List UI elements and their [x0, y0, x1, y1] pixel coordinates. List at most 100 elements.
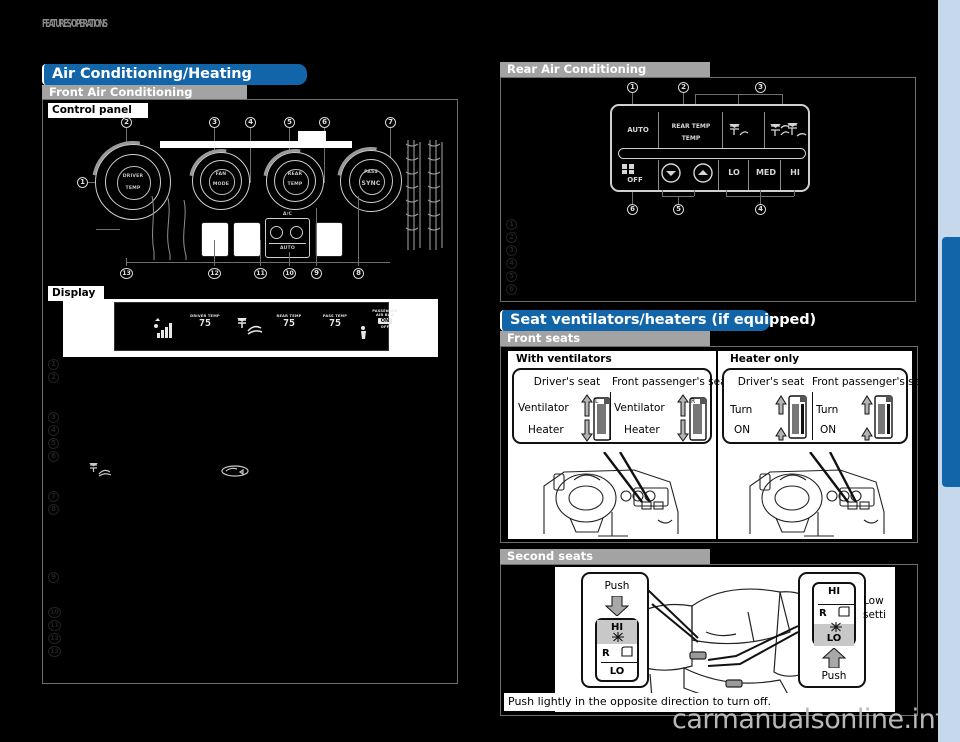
heater-switch-driver	[775, 395, 807, 441]
rear-callout-4: 4	[755, 204, 766, 215]
display-driver-temp: DRIVER TEMP 75	[181, 314, 229, 329]
watermark: carmanualsonline.info	[672, 704, 960, 735]
label-ventilator-driver: Ventilator	[518, 402, 569, 414]
rear-button-auto: AUTO	[627, 126, 649, 134]
list-number-1: 1	[48, 359, 59, 370]
defogger-icon	[361, 326, 366, 339]
list-number-8: 8	[48, 504, 59, 515]
rear-fan-off-icon	[622, 164, 634, 174]
vent-slats-art	[405, 140, 443, 250]
label-heater-driver: Heater	[528, 424, 564, 436]
rear-list-number-4: 4	[506, 258, 517, 269]
airflow-mode-icon	[237, 318, 263, 335]
airbag-off-label: OFF	[380, 325, 390, 329]
label-heater-passenger: Heater	[624, 424, 660, 436]
rear-rocker-bar	[618, 148, 806, 159]
panel-button-group-center	[265, 218, 310, 258]
seat-switch-passenger-left: R	[677, 394, 707, 442]
rear-bottom-leader-5	[678, 196, 679, 204]
callout-5: 5	[284, 117, 295, 128]
rear-sep-7	[780, 160, 781, 190]
rear-callout-1: 1	[627, 82, 638, 93]
manual-page: FEATURES/OPERATIONS Air Conditioning/Hea…	[0, 0, 960, 742]
with-ventilators-card: Driver's seat Front passenger's seat Ven…	[512, 368, 731, 444]
label-drivers-seat-right: Driver's seat	[737, 376, 805, 388]
list-number-12: 12	[48, 633, 61, 644]
rear-bottom-leader-6	[632, 192, 633, 204]
heater-switch-passenger	[861, 395, 893, 441]
label-front-passengers-seat-right: Front passenger's seat	[812, 376, 931, 388]
list-number-5: 5	[48, 438, 59, 449]
dashboard-illustration-right	[744, 452, 892, 537]
callout-11: 11	[254, 268, 267, 279]
rear-bottom-leader-4	[760, 196, 761, 204]
label-drivers-seat-left: Driver's seat	[533, 376, 601, 388]
caption-control-panel: Control panel	[48, 103, 148, 118]
switch-divider-right	[818, 604, 854, 605]
rear-callout-3: 3	[755, 82, 766, 93]
bottom-tick-11	[260, 240, 261, 266]
list-number-3: 3	[48, 412, 59, 423]
rear-button-lo: LO	[728, 168, 740, 177]
label-turn-driver: Turn	[730, 404, 753, 416]
rear-sep-2	[722, 112, 723, 148]
panel-center-divider	[269, 243, 306, 244]
rear-callout-6: 6	[627, 204, 638, 215]
bottom-tick-8	[358, 196, 359, 266]
bottom-tick-13	[126, 258, 127, 266]
rear-button-hi: HI	[790, 168, 800, 177]
rear-sep-4	[658, 160, 659, 190]
callout-2: 2	[121, 117, 132, 128]
callout-12: 12	[208, 268, 221, 279]
second-seat-switch-left: HI R LO	[595, 618, 639, 682]
list-number-6: 6	[48, 451, 59, 462]
sidebar-section-tab[interactable]	[942, 237, 960, 487]
second-seats-connector-lines	[647, 590, 799, 667]
heat-rays-icon-left	[612, 632, 624, 642]
temp-up-icon	[693, 163, 713, 183]
card-divider-right	[812, 392, 813, 440]
leader-line-left	[96, 229, 120, 230]
list-number-13: 13	[48, 646, 61, 657]
rear-bottom-tick-4a	[726, 190, 727, 196]
callout-7: 7	[385, 117, 396, 128]
list-number-2: 2	[48, 372, 59, 383]
panel-mini-dial-2	[290, 226, 303, 239]
subsection-banner-front-ac: Front Air Conditioning	[42, 85, 247, 100]
subsection-banner-front-seats: Front seats	[500, 331, 710, 346]
rear-callout-5: 5	[673, 204, 684, 215]
rear-list-number-5: 5	[506, 271, 517, 282]
rear-bottom-tick-5b	[694, 190, 695, 196]
rear-callout-2: 2	[678, 82, 689, 93]
rear-bottom-tick-5a	[662, 190, 663, 196]
rear-sep-5	[718, 160, 719, 190]
switch-row-lo-left: LO	[609, 666, 625, 677]
callout-3: 3	[209, 117, 220, 128]
panel-highlight-patch	[298, 131, 326, 141]
callout-8: 8	[353, 268, 364, 279]
rear-sep-3	[764, 112, 765, 148]
airbag-label-line2: AIR BAG	[375, 313, 394, 317]
second-seat-switch-card-left: Push HI R LO	[581, 572, 649, 688]
display-screen: DRIVER TEMP 75 REAR TEMP 75 PASS TEMP 75…	[114, 302, 398, 351]
rear-sep-1	[658, 112, 659, 148]
svg-text:R: R	[691, 398, 695, 405]
caption-with-ventilators: With ventilators	[512, 352, 630, 367]
side-note-line1: Low	[863, 595, 884, 607]
heat-rays-icon-right	[830, 622, 842, 632]
running-header: FEATURES/OPERATIONS	[42, 17, 108, 30]
bottom-tick-9	[316, 208, 317, 266]
label-front-passengers-seat-left: Front passenger's seat	[612, 376, 731, 388]
callout-4: 4	[245, 117, 256, 128]
rear-button-rear-temp: REAR TEMP	[671, 123, 711, 130]
rear-list-number-3: 3	[506, 245, 517, 256]
list-number-11: 11	[48, 620, 61, 631]
display-driver-temp-value: 75	[198, 318, 212, 329]
switch-divider-left	[601, 662, 637, 663]
list-number-9: 9	[48, 572, 59, 583]
callout-10: 10	[283, 268, 296, 279]
panel-center-sublabel: AUTO	[280, 246, 295, 251]
seat-switch-driver-left: L	[581, 394, 611, 442]
label-push-right: Push	[821, 670, 847, 682]
label-on-passenger: ON	[820, 424, 837, 436]
